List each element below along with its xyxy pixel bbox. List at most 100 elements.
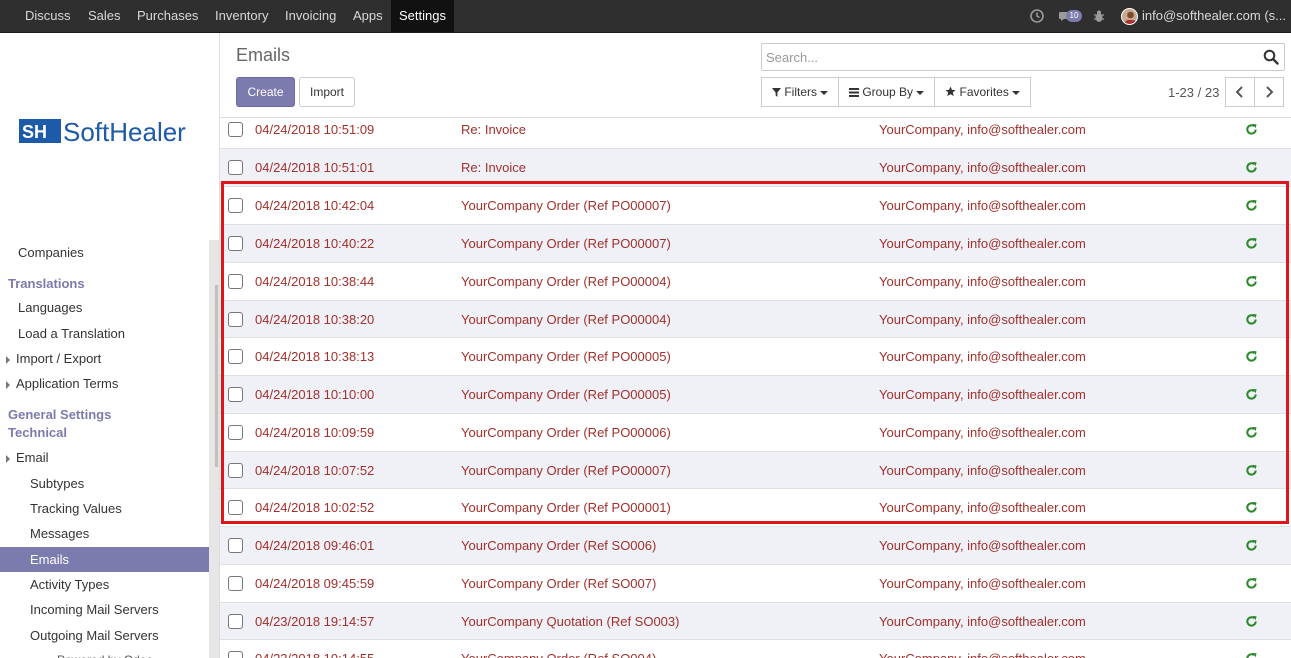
table-row[interactable]: 04/24/2018 10:10:00 YourCompany Order (Re… [220,376,1291,414]
sidebar-item-incoming-mail-servers[interactable]: Incoming Mail Servers [0,597,209,622]
row-checkbox[interactable] [228,462,243,478]
retry-icon[interactable] [1245,539,1258,552]
retry-icon[interactable] [1245,464,1258,477]
sidebar-item-email[interactable]: Email [0,445,209,470]
retry-icon[interactable] [1245,350,1258,363]
pager-previous-button[interactable] [1225,77,1255,107]
powered-by: Powered by Odoo [0,648,209,658]
menu-discuss[interactable]: Discuss [17,0,79,32]
row-checkbox[interactable] [228,576,243,591]
table-row[interactable]: 04/24/2018 09:45:59 YourCompany Order (Re… [220,565,1291,603]
sidebar-item-application-terms[interactable]: Application Terms [0,371,209,396]
row-checkbox[interactable] [228,651,243,658]
sidebar-item-load-translation[interactable]: Load a Translation [0,321,209,346]
retry-icon[interactable] [1245,652,1258,658]
sidebar-item-messages[interactable]: Messages [0,521,209,546]
create-button[interactable]: Create [236,77,295,107]
table-row[interactable]: 04/24/2018 10:09:59 YourCompany Order (Re… [220,414,1291,452]
row-checkbox[interactable] [228,349,243,364]
email-date: 04/24/2018 09:46:01 [255,538,375,553]
sidebar-item-activity-types[interactable]: Activity Types [0,572,209,597]
favorites-label: Favorites [959,85,1009,99]
search-icon[interactable] [1263,49,1279,65]
row-checkbox[interactable] [228,613,243,629]
row-checkbox[interactable] [228,311,243,327]
user-menu[interactable]: info@softhealer.com (s... [1142,0,1286,32]
table-row[interactable]: 04/23/2018 19:14:55 YourCompany Order (Re… [220,640,1291,658]
retry-icon[interactable] [1245,123,1258,136]
email-date: 04/23/2018 19:14:55 [255,651,374,658]
table-row[interactable]: 04/24/2018 10:42:04 YourCompany Order (Re… [220,187,1291,225]
table-row[interactable]: 04/24/2018 10:51:01 Re: Invoice YourCompan… [220,149,1291,187]
group-by-button[interactable]: Group By [838,77,935,107]
sidebar-item-tracking-values[interactable]: Tracking Values [0,496,209,521]
menu-apps[interactable]: Apps [345,0,391,32]
import-button[interactable]: Import [299,77,355,107]
filters-button[interactable]: Filters [761,77,839,107]
filters-label: Filters [784,85,817,99]
table-row[interactable]: 04/24/2018 10:02:52 YourCompany Order (Re… [220,489,1291,527]
bug-icon[interactable] [1091,8,1107,24]
menu-inventory[interactable]: Inventory [207,0,276,32]
sidebar-item-emails[interactable]: Emails [0,547,209,572]
table-row[interactable]: 04/24/2018 10:38:44 YourCompany Order (Re… [220,263,1291,301]
menu-invoicing[interactable]: Invoicing [277,0,344,32]
sidebar-item-languages[interactable]: Languages [0,295,209,320]
email-subject: YourCompany Order (Ref PO00001) [461,500,671,515]
table-row[interactable]: 04/24/2018 10:38:13 YourCompany Order (Re… [220,338,1291,376]
row-checkbox[interactable] [228,122,243,137]
table-row[interactable]: 04/24/2018 10:38:20 YourCompany Order (Re… [220,301,1291,338]
retry-icon[interactable] [1245,313,1258,326]
table-row[interactable]: 04/24/2018 10:51:09 Re: Invoice YourCompan… [220,118,1291,149]
sidebar-item-subtypes[interactable]: Subtypes [0,471,209,496]
row-checkbox[interactable] [228,387,243,402]
sidebar-scrollbar-thumb[interactable] [215,285,218,467]
retry-icon[interactable] [1245,426,1258,439]
retry-icon[interactable] [1245,577,1258,590]
retry-icon[interactable] [1245,388,1258,401]
favorites-button[interactable]: Favorites [934,77,1031,107]
email-date: 04/24/2018 10:09:59 [255,425,375,440]
clock-icon[interactable] [1029,8,1045,24]
table-row[interactable]: 04/24/2018 10:07:52 YourCompany Order (Re… [220,452,1291,489]
menu-sales[interactable]: Sales [80,0,129,32]
sidebar-item-import-export[interactable]: Import / Export [0,346,209,371]
email-subject: YourCompany Order (Ref PO00007) [461,236,671,251]
sidebar-item-outgoing-mail-servers[interactable]: Outgoing Mail Servers [0,623,209,648]
retry-icon[interactable] [1245,615,1258,628]
email-subject: YourCompany Order (Ref PO00004) [461,274,671,289]
row-checkbox[interactable] [228,538,243,553]
table-row[interactable]: 04/24/2018 10:40:22 YourCompany Order (Re… [220,225,1291,263]
email-from: YourCompany, info@softhealer.com [879,651,1086,658]
email-subject: YourCompany Order (Ref SO007) [461,576,657,591]
avatar[interactable] [1121,8,1138,25]
retry-icon[interactable] [1245,237,1258,250]
softhealer-logo: SH SoftHealer [19,117,186,147]
search-input[interactable] [766,48,1246,66]
table-row[interactable]: 04/23/2018 19:14:57 YourCompany Quotation… [220,603,1291,640]
email-subject: YourCompany Order (Ref PO00005) [461,387,671,402]
table-row[interactable]: 04/24/2018 09:46:01 YourCompany Order (Re… [220,527,1291,565]
menu-settings[interactable]: Settings [391,0,454,32]
retry-icon[interactable] [1245,161,1258,174]
row-checkbox[interactable] [228,198,243,213]
email-date: 04/24/2018 10:38:44 [255,274,375,289]
star-icon [945,86,956,97]
row-checkbox[interactable] [228,236,243,251]
retry-icon[interactable] [1245,501,1258,514]
chevron-left-icon [1235,86,1243,98]
email-date: 04/24/2018 10:51:01 [255,160,375,175]
menu-purchases[interactable]: Purchases [129,0,206,32]
retry-icon[interactable] [1245,275,1258,288]
row-checkbox[interactable] [228,160,243,175]
retry-icon[interactable] [1245,199,1258,212]
row-checkbox[interactable] [228,500,243,515]
pager-value[interactable]: 1-23 / 23 [1168,85,1219,100]
sidebar: SH SoftHealer Companies Translations Lan… [0,33,220,658]
email-from: YourCompany, info@softhealer.com [879,160,1086,175]
pager-next-button[interactable] [1254,77,1284,107]
row-checkbox[interactable] [228,425,243,440]
sidebar-header-general-settings[interactable]: General Settings [8,407,111,422]
sidebar-item-companies[interactable]: Companies [0,240,209,265]
row-checkbox[interactable] [228,274,243,289]
